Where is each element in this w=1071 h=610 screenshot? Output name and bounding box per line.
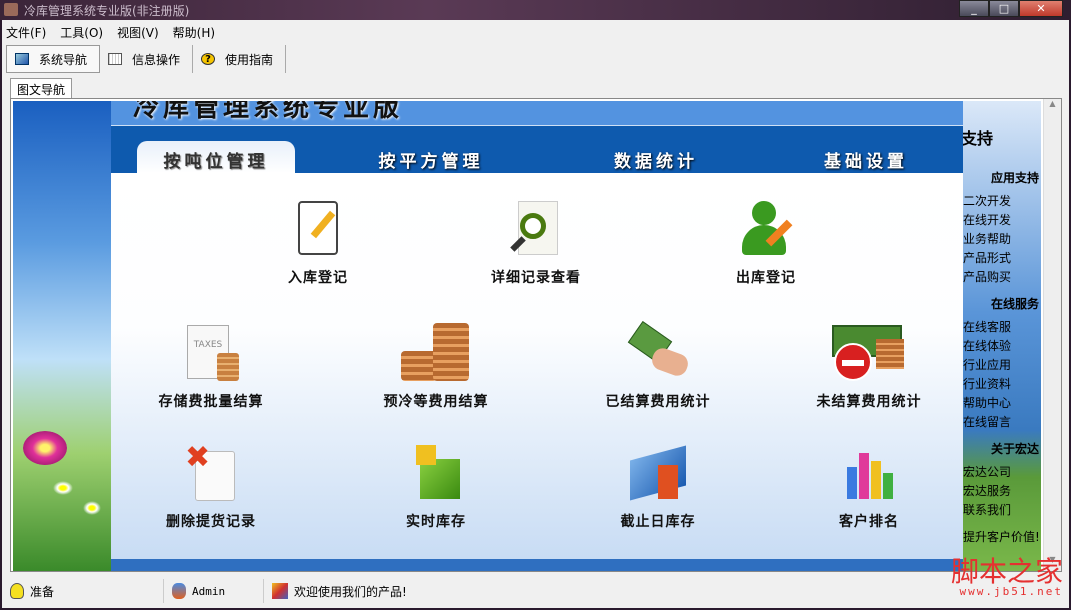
status-state: 准备 [30, 584, 55, 599]
minimize-button[interactable]: _ [959, 0, 989, 17]
support-panel: 支持 应用支持 二次开发 在线开发 业务帮助 产品形式 产品购买 在线服务 在线… [963, 101, 1041, 571]
delete-document-icon: ✖ [181, 443, 241, 503]
cutoff-inventory-button[interactable]: 截止日库存 [568, 443, 748, 531]
menu-view[interactable]: 视图(V) [117, 24, 159, 41]
edit-document-icon [288, 199, 348, 259]
content-frame: 冷库管理系统专业版 按吨位管理 按平方管理 数据统计 基础设置 入库登记 详细记… [10, 98, 1062, 572]
realtime-inventory-button[interactable]: 实时库存 [346, 443, 526, 531]
section-heading: 关于宏达 [990, 442, 1039, 456]
link[interactable]: 二次开发 [963, 192, 1041, 211]
link[interactable]: 行业应用 [963, 356, 1041, 375]
tab-square-meter[interactable]: 按平方管理 [351, 141, 511, 173]
tab-graphic-nav[interactable]: 图文导航 [10, 78, 73, 98]
link[interactable]: 在线开发 [963, 211, 1041, 230]
main-window: 文件(F) 工具(O) 视图(V) 帮助(H) 系统导航 信息操作 ? 使用指南 … [2, 20, 1069, 608]
slogan: 提升客户价值! [963, 530, 1040, 544]
cubes-icon [406, 443, 466, 503]
system-nav-button[interactable]: 系统导航 [6, 45, 101, 73]
support-title: 支持 [963, 129, 994, 148]
tab-basic-settings[interactable]: 基础设置 [801, 141, 931, 173]
menu-help[interactable]: 帮助(H) [173, 24, 215, 41]
navigation-panel: 冷库管理系统专业版 按吨位管理 按平方管理 数据统计 基础设置 入库登记 详细记… [111, 101, 963, 571]
link[interactable]: 帮助中心 [963, 394, 1041, 413]
link[interactable]: 行业资料 [963, 375, 1041, 394]
window-icon [15, 53, 29, 65]
link[interactable]: 在线体验 [963, 337, 1041, 356]
detail-records-button[interactable]: 详细记录查看 [446, 199, 626, 287]
link[interactable]: 宏达服务 [963, 482, 1041, 501]
delete-pickup-record-button[interactable]: ✖ 删除提货记录 [121, 443, 301, 531]
precool-fee-button[interactable]: 预冷等费用结算 [346, 323, 526, 411]
menu-tools[interactable]: 工具(O) [60, 24, 103, 41]
app-icon [4, 3, 18, 16]
header-title: 冷库管理系统专业版 [133, 101, 404, 123]
unsettled-fee-stats-button[interactable]: 未结算费用统计 [779, 323, 959, 411]
tab-tonnage[interactable]: 按吨位管理 [137, 141, 295, 173]
stock-out-button[interactable]: 出库登记 [676, 199, 856, 287]
watermark: 脚本之家 www.jb51.net [950, 555, 1063, 598]
vertical-scrollbar[interactable]: ▲ ▼ [1043, 99, 1061, 571]
link[interactable]: 在线留言 [963, 413, 1041, 432]
grid-icon [108, 53, 123, 65]
status-user: Admin [192, 584, 226, 598]
customer-ranking-button[interactable]: 客户排名 [779, 443, 959, 531]
status-bar: 准备 Admin 欢迎使用我们的产品! 脚本之家 www.jb51.net [2, 558, 1069, 604]
section-heading: 应用支持 [990, 171, 1039, 185]
warehouse-icon [628, 443, 688, 503]
user-edit-icon [736, 199, 796, 259]
close-button[interactable]: ✕ [1019, 0, 1063, 17]
status-message: 欢迎使用我们的产品! [294, 584, 407, 599]
money-stop-icon [832, 323, 906, 383]
section-heading: 在线服务 [990, 297, 1039, 311]
lightbulb-icon [10, 583, 24, 599]
money-hand-icon [627, 321, 691, 383]
coins-stack-icon [401, 323, 471, 383]
user-guide-button[interactable]: ? 使用指南 [193, 45, 287, 73]
help-icon: ? [201, 53, 216, 65]
link[interactable]: 产品形式 [963, 249, 1041, 268]
toolbar: 系统导航 信息操作 ? 使用指南 [6, 44, 287, 74]
settled-fee-stats-button[interactable]: 已结算费用统计 [568, 321, 748, 411]
nav-tabs: 按吨位管理 按平方管理 数据统计 基础设置 [111, 126, 963, 173]
link[interactable]: 在线客服 [963, 318, 1041, 337]
scroll-up-icon[interactable]: ▲ [1044, 99, 1061, 115]
window-title: 冷库管理系统专业版(非注册版) [24, 4, 190, 18]
decorative-landscape-image [13, 101, 111, 571]
maximize-button[interactable]: □ [989, 0, 1019, 17]
shapes-icon [272, 583, 288, 599]
menu-file[interactable]: 文件(F) [6, 24, 46, 41]
link[interactable]: 产品购买 [963, 268, 1041, 287]
tab-statistics[interactable]: 数据统计 [591, 141, 721, 173]
bar-chart-icon [839, 443, 899, 503]
title-bar: 冷库管理系统专业版(非注册版) _ □ ✕ [0, 0, 1071, 20]
info-operation-button[interactable]: 信息操作 [100, 45, 194, 73]
link[interactable]: 联系我们 [963, 501, 1041, 520]
tax-form-icon: TAXES [181, 323, 241, 383]
link[interactable]: 宏达公司 [963, 463, 1041, 482]
storage-fee-batch-button[interactable]: TAXES 存储费批量结算 [121, 323, 301, 411]
menu-bar: 文件(F) 工具(O) 视图(V) 帮助(H) [6, 24, 215, 41]
link[interactable]: 业务帮助 [963, 230, 1041, 249]
magnifier-icon [506, 199, 566, 259]
user-icon [172, 583, 186, 599]
stock-in-button[interactable]: 入库登记 [228, 199, 408, 287]
